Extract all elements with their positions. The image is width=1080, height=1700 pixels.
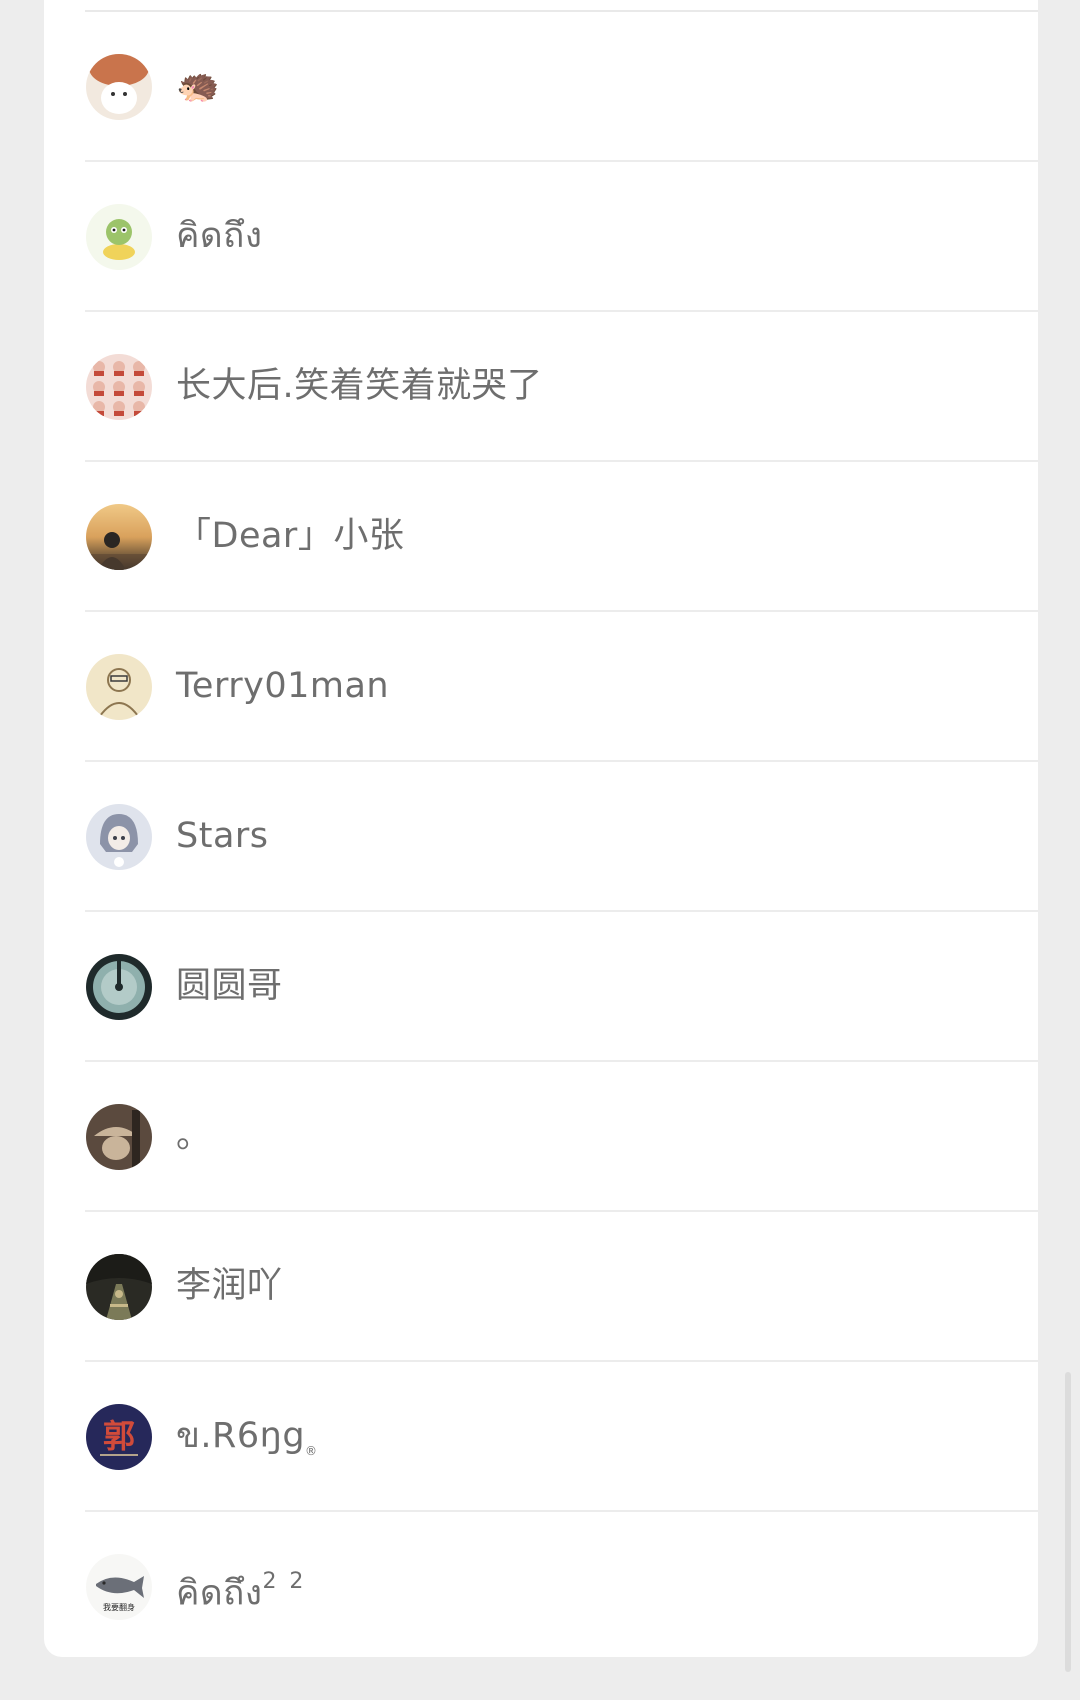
contact-name-text: 。	[176, 1116, 212, 1156]
contact-row[interactable]: 长大后.笑着笑着就哭了	[44, 312, 1038, 462]
contact-name: ข.R6ŋg®	[176, 1410, 318, 1462]
contact-row[interactable]: Terry01man	[44, 612, 1038, 762]
contact-name: Terry01man	[176, 660, 389, 712]
contact-row[interactable]: 郭 ข.R6ŋg®	[44, 1362, 1038, 1512]
night-street-avatar-icon	[86, 1254, 152, 1320]
contact-row[interactable]: 「Dear」小张	[44, 462, 1038, 612]
fish-painting-avatar-icon: 我要翻身	[86, 1554, 152, 1620]
photo-grid-avatar-icon	[86, 354, 152, 420]
contact-name: 🦔	[176, 60, 220, 112]
contact-name-text: Terry01man	[176, 666, 390, 706]
contact-name-text: คิดถึง	[176, 216, 263, 256]
contact-name-text: 李润吖	[176, 1266, 283, 1306]
name-superscript: 2 2	[262, 1569, 307, 1594]
svg-text:郭: 郭	[103, 1417, 135, 1455]
contact-name-text: 「Dear」小张	[176, 516, 405, 556]
contact-row[interactable]: 圆圆哥	[44, 912, 1038, 1062]
contact-row[interactable]: 李润吖	[44, 1212, 1038, 1362]
contact-name: 。	[176, 1110, 212, 1162]
jade-disc-avatar-icon	[86, 954, 152, 1020]
contact-row[interactable]: Stars	[44, 762, 1038, 912]
calligraphy-guo-avatar-icon: 郭	[86, 1404, 152, 1470]
contact-row[interactable]: 我要翻身 คิดถึง2 2	[44, 1512, 1038, 1657]
hedgehog-avatar-icon	[86, 54, 152, 120]
contact-name-text: 长大后.笑着笑着就哭了	[176, 366, 543, 406]
contact-name: คิดถึง	[176, 210, 262, 262]
registered-mark: ®	[305, 1444, 318, 1458]
contact-row[interactable]: 。	[44, 1062, 1038, 1212]
contact-name-text: คิดถึง	[176, 1573, 263, 1614]
contact-name-text: ข.R6ŋg	[176, 1416, 306, 1456]
hedgehog-emoji: 🦔	[176, 66, 221, 106]
sunset-person-avatar-icon	[86, 504, 152, 570]
contact-name: 长大后.笑着笑着就哭了	[176, 360, 543, 412]
cartoon-character-avatar-icon	[86, 204, 152, 270]
contact-name: Stars	[176, 810, 269, 862]
contact-name-text: 圆圆哥	[176, 966, 283, 1006]
contact-name: 圆圆哥	[176, 960, 283, 1012]
anime-girl-avatar-icon	[86, 804, 152, 870]
contact-row[interactable]: คิดถึง	[44, 162, 1038, 312]
svg-text:我要翻身: 我要翻身	[103, 1602, 135, 1612]
contact-row[interactable]: 🦔	[44, 12, 1038, 162]
contact-name-text: Stars	[176, 816, 269, 856]
contact-name: 李润吖	[176, 1260, 283, 1312]
contact-list-card: 🦔 คิดถึง 长大后.笑着笑着就哭了 「Dear」小张 Terry01man Star…	[44, 0, 1038, 1657]
contact-name: คิดถึง2 2	[176, 1560, 307, 1614]
contact-name: 「Dear」小张	[176, 510, 404, 562]
sketch-portrait-avatar-icon	[86, 654, 152, 720]
scrollbar[interactable]	[1065, 1372, 1071, 1672]
contact-list: 🦔 คิดถึง 长大后.笑着笑着就哭了 「Dear」小张 Terry01man Star…	[44, 12, 1038, 1657]
dog-hat-avatar-icon	[86, 1104, 152, 1170]
